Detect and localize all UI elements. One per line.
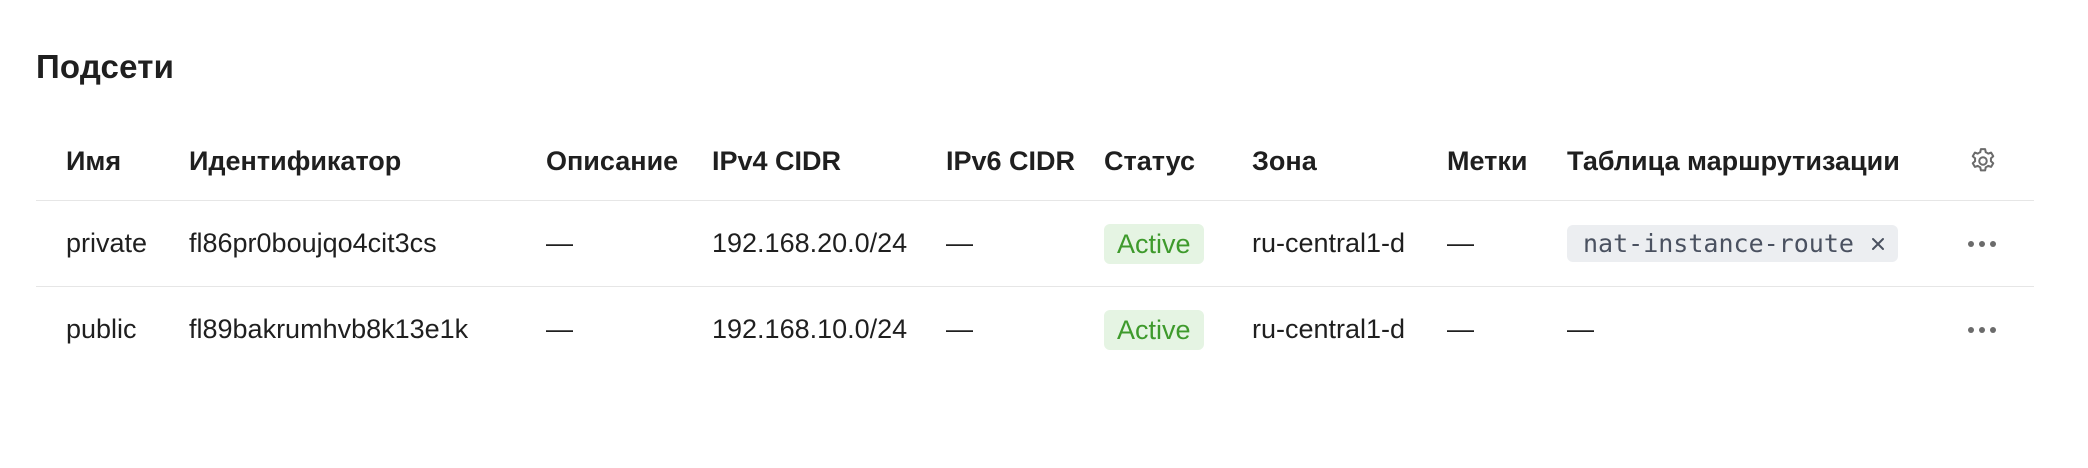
route-table-name[interactable]: nat-instance-route [1583, 229, 1854, 258]
close-icon[interactable] [1868, 234, 1888, 254]
gear-icon[interactable] [1968, 146, 1998, 176]
cell-description: — [546, 314, 573, 344]
cell-zone: ru-central1-d [1252, 314, 1406, 344]
cell-status: Active [1104, 201, 1204, 286]
cell-name[interactable]: public [66, 287, 137, 372]
table-row[interactable]: private fl86pr0boujqo4cit3cs — 192.168.2… [36, 201, 2034, 287]
column-header-id[interactable]: Идентификатор [189, 122, 401, 200]
cell-labels: — [1447, 228, 1474, 258]
cell-name[interactable]: private [66, 201, 147, 286]
cell-ipv4: 192.168.10.0/24 [712, 314, 908, 344]
table-header: Имя Идентификатор Описание IPv4 CIDR IPv… [36, 122, 2034, 201]
more-horizontal-icon[interactable] [1968, 240, 1996, 247]
subnets-table: Имя Идентификатор Описание IPv4 CIDR IPv… [36, 122, 2034, 372]
column-header-zone[interactable]: Зона [1252, 122, 1317, 200]
cell-labels: — [1447, 314, 1474, 344]
row-actions-button[interactable] [1968, 287, 1996, 372]
cell-ipv4: 192.168.20.0/24 [712, 228, 908, 258]
cell-ipv6: — [946, 228, 973, 258]
status-badge: Active [1104, 309, 1204, 350]
column-header-ipv6[interactable]: IPv6 CIDR [946, 122, 1075, 200]
more-horizontal-icon[interactable] [1968, 326, 1996, 333]
status-badge: Active [1104, 223, 1204, 264]
cell-id: fl86pr0boujqo4cit3cs [189, 228, 437, 258]
cell-zone: ru-central1-d [1252, 228, 1406, 258]
cell-description: — [546, 228, 573, 258]
column-header-description[interactable]: Описание [546, 122, 678, 200]
page-title: Подсети [36, 48, 175, 85]
column-header-route-table[interactable]: Таблица маршрутизации [1567, 122, 1900, 200]
cell-route-table: nat-instance-route [1567, 201, 1898, 286]
table-row[interactable]: public fl89bakrumhvb8k13e1k — 192.168.10… [36, 287, 2034, 372]
column-header-status[interactable]: Статус [1104, 122, 1195, 200]
cell-ipv6: — [946, 314, 973, 344]
column-header-ipv4[interactable]: IPv4 CIDR [712, 122, 841, 200]
route-table-chip[interactable]: nat-instance-route [1567, 225, 1898, 262]
column-header-name[interactable]: Имя [66, 122, 121, 200]
row-actions-button[interactable] [1968, 201, 1996, 286]
table-settings-button[interactable] [1968, 122, 1998, 200]
cell-route-table: — [1567, 314, 1594, 344]
cell-status: Active [1104, 287, 1204, 372]
column-header-labels[interactable]: Метки [1447, 122, 1528, 200]
cell-id: fl89bakrumhvb8k13e1k [189, 314, 469, 344]
